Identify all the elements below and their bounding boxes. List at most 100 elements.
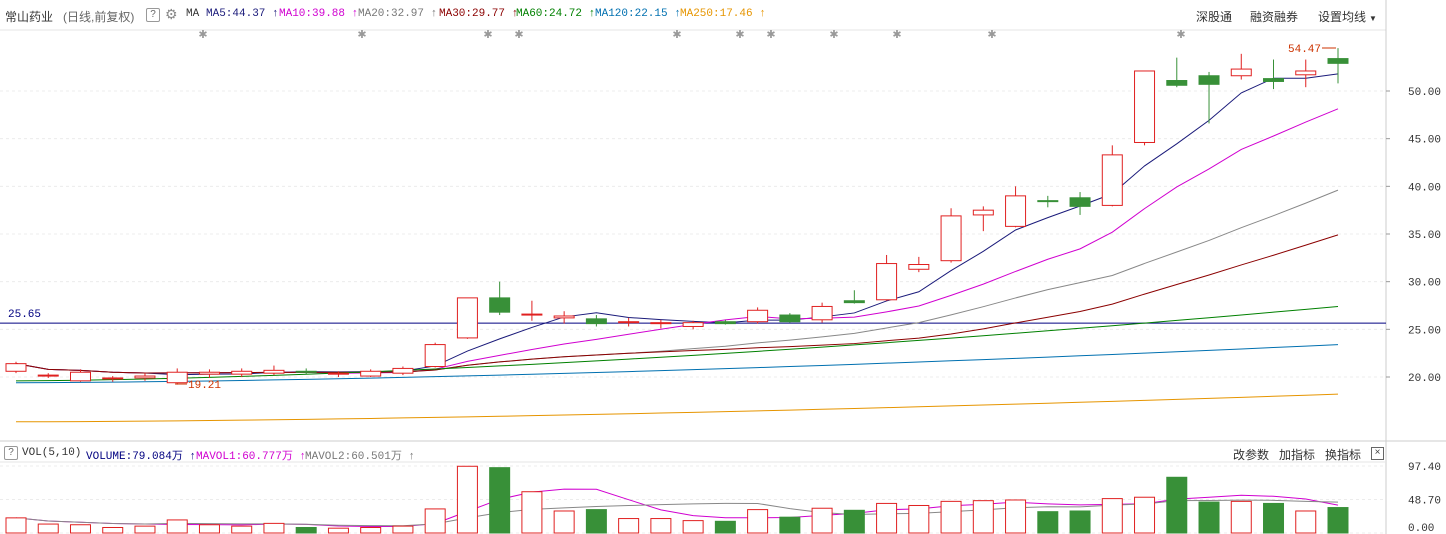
ma-legend-item: MA10:39.88 ↑ — [279, 8, 359, 20]
candle-body — [908, 264, 930, 270]
candle-body — [1037, 200, 1059, 203]
volume-tick-label: 0.00 — [1408, 523, 1434, 534]
ma-legend-item: MA20:32.97 ↑ — [358, 8, 438, 20]
volume-bar — [682, 520, 704, 534]
candle — [102, 376, 124, 382]
candle-body — [682, 322, 704, 327]
volume-bar — [553, 510, 575, 534]
volume-bar — [198, 524, 220, 534]
volume-header: ? VOL(5,10) VOLUME:79.084万 ↑ MAVOL1:60.77… — [0, 442, 1446, 463]
candle — [553, 311, 575, 324]
candle-body — [166, 371, 188, 384]
volume-bar — [1295, 510, 1317, 534]
candlestick-layer — [5, 48, 1349, 385]
volume-bar — [134, 525, 156, 534]
price-tick-label: 40.00 — [1408, 182, 1441, 194]
margin-trading-button[interactable]: 融资融券 — [1250, 8, 1298, 25]
volume-bar — [37, 523, 59, 534]
max-price-label: 54.47 — [1288, 44, 1321, 56]
period-label: (日线,前复权) — [63, 10, 135, 24]
change-params-button[interactable]: 改参数 — [1233, 446, 1269, 463]
candle-body — [37, 374, 59, 377]
volume-bar — [69, 524, 91, 534]
add-indicator-button[interactable]: 加指标 — [1279, 446, 1315, 463]
candle — [972, 206, 994, 232]
volume-layer — [5, 465, 1349, 534]
candle-body — [618, 321, 640, 324]
volume-bar — [327, 527, 349, 534]
close-indicator-icon[interactable]: × — [1371, 447, 1384, 460]
annotation-layer: 54.47 19.21 — [175, 44, 1336, 392]
candle — [1037, 195, 1059, 208]
candle — [1327, 48, 1349, 84]
candle-body — [714, 321, 736, 325]
volume-bar — [1230, 500, 1252, 534]
candle-body — [263, 369, 285, 374]
volume-bar — [1101, 498, 1123, 534]
volume-legend-item: MAVOL1:60.777万 ↑ — [196, 451, 307, 463]
candle-body — [295, 370, 317, 373]
candle-body — [940, 215, 962, 262]
candle — [940, 208, 962, 263]
volume-bar — [231, 525, 253, 534]
event-marker-icon: ✱ — [198, 29, 207, 41]
candle — [1101, 145, 1123, 207]
volume-bar — [489, 467, 511, 534]
min-price-label: 19.21 — [188, 380, 221, 392]
candle — [585, 315, 607, 327]
volume-bar — [779, 516, 801, 534]
candle-body — [231, 370, 253, 375]
shengutong-button[interactable]: 深股通 — [1196, 8, 1232, 25]
candle — [908, 256, 930, 273]
candle-body — [327, 372, 349, 375]
event-marker-icon: ✱ — [672, 29, 681, 41]
event-marker-icon: ✱ — [987, 29, 996, 41]
volume-bar — [102, 526, 124, 534]
candle-body — [69, 371, 91, 382]
volume-bar — [1263, 502, 1285, 534]
event-marker-icon: ✱ — [357, 29, 366, 41]
stock-name: 常山药业 — [5, 10, 54, 24]
volume-bar — [585, 509, 607, 534]
volume-help-icon[interactable]: ? — [4, 446, 18, 460]
volume-bar — [714, 520, 736, 534]
volume-bar — [843, 509, 865, 534]
candle-body — [1069, 197, 1091, 207]
ma-label: MA — [186, 8, 200, 20]
volume-bar — [424, 508, 446, 534]
candle — [1263, 59, 1285, 90]
candle — [1230, 53, 1252, 80]
candle — [1005, 186, 1027, 228]
candle — [811, 302, 833, 323]
candle — [650, 319, 672, 329]
candle-body — [972, 209, 994, 216]
volume-bar — [1198, 501, 1220, 534]
volume-bar — [5, 517, 27, 534]
candle — [747, 307, 769, 324]
volume-bar — [1166, 476, 1188, 534]
candle-body — [779, 314, 801, 323]
ma-legend-item: MA5:44.37 ↑ — [206, 8, 279, 20]
volume-bar — [618, 518, 640, 534]
switch-indicator-button[interactable]: 换指标 — [1325, 446, 1361, 463]
ma30-line — [15, 234, 1339, 374]
volume-bar — [456, 465, 478, 534]
ma20-line — [15, 189, 1339, 374]
candle-body — [1005, 195, 1027, 227]
help-icon[interactable]: ? — [146, 8, 160, 22]
candle-body — [424, 344, 446, 368]
candle-body — [1230, 68, 1252, 77]
price-tick-label: 25.00 — [1408, 325, 1441, 337]
price-tick-label: 50.00 — [1408, 87, 1441, 99]
chart-header: 常山药业 (日线,前复权) ? ⚙ MA MA5:44.37 ↑ MA10:39.… — [0, 0, 1446, 30]
volume-bar — [521, 491, 543, 534]
settings-gear-icon[interactable]: ⚙ — [165, 6, 178, 23]
dropdown-arrow-icon: ▼ — [1369, 14, 1377, 23]
volume-bar — [1005, 499, 1027, 534]
candle-body — [1101, 154, 1123, 206]
candle-body — [134, 375, 156, 379]
volume-legend-item: VOLUME:79.084万 ↑ — [86, 451, 197, 463]
set-ma-button[interactable]: 设置均线 ▼ — [1318, 8, 1377, 25]
candle — [295, 368, 317, 375]
candle-body — [1263, 78, 1285, 82]
